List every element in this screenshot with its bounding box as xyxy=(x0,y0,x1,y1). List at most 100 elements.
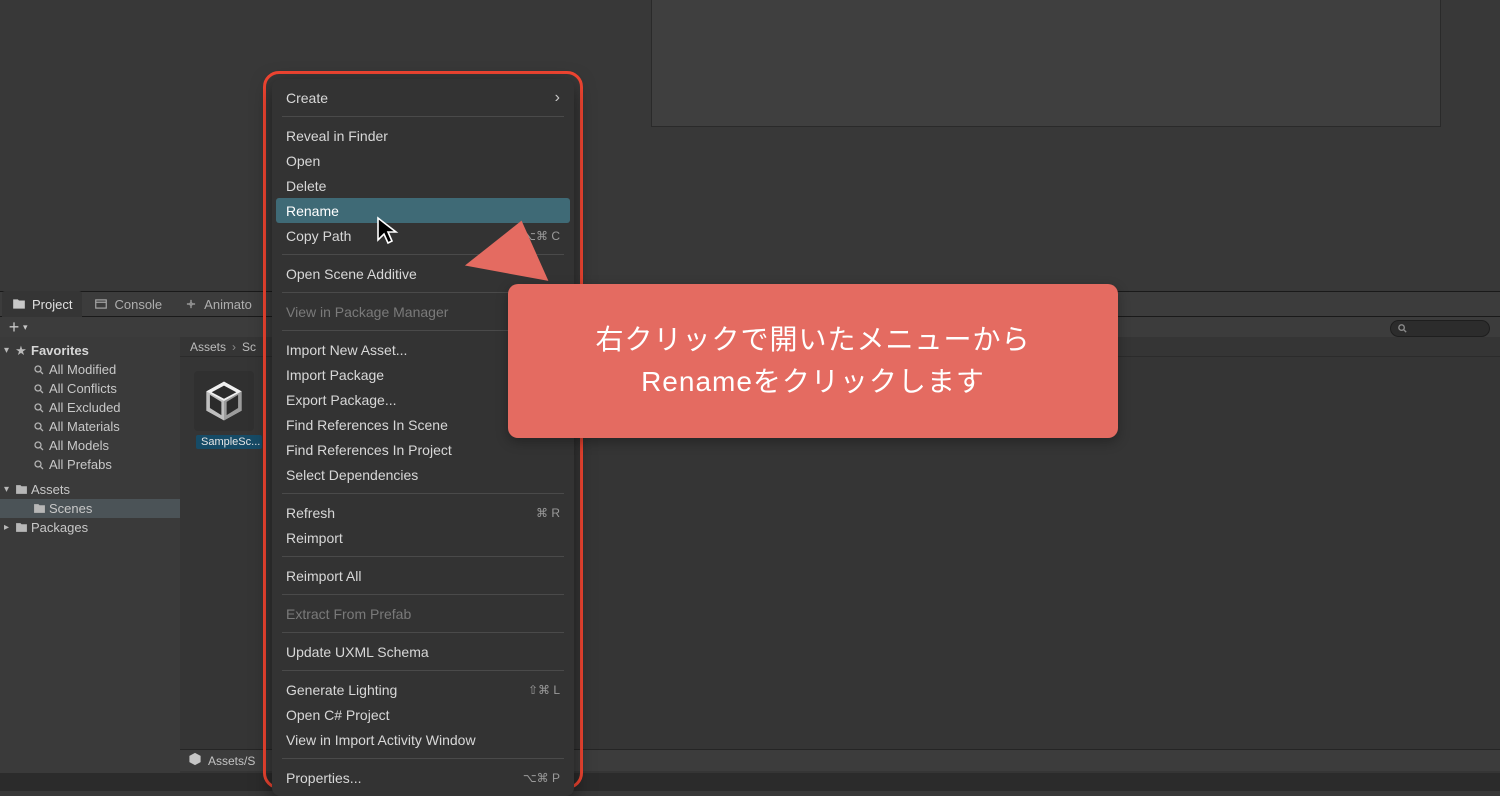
scenes-folder[interactable]: Scenes xyxy=(0,499,180,518)
ctx-select-dependencies[interactable]: Select Dependencies xyxy=(272,462,574,487)
ctx-label: Export Package... xyxy=(286,392,397,408)
ctx-create[interactable]: Create › xyxy=(272,85,574,110)
favorite-all-excluded[interactable]: All Excluded xyxy=(0,398,180,417)
ctx-shortcut: ⇧⌘ L xyxy=(528,683,560,697)
search-input[interactable] xyxy=(1390,320,1490,337)
favorite-all-conflicts[interactable]: All Conflicts xyxy=(0,379,180,398)
favorite-label: All Excluded xyxy=(49,400,121,415)
ctx-extract-prefab: Extract From Prefab xyxy=(272,601,574,626)
ctx-label: Generate Lighting xyxy=(286,682,397,698)
ctx-label: Properties... xyxy=(286,770,361,786)
ctx-label: Rename xyxy=(286,203,339,219)
ctx-label: Open C# Project xyxy=(286,707,390,723)
ctx-open[interactable]: Open xyxy=(272,148,574,173)
ctx-separator xyxy=(282,758,564,759)
favorite-all-models[interactable]: All Models xyxy=(0,436,180,455)
ctx-label: Reimport All xyxy=(286,568,361,584)
ctx-rename[interactable]: Rename xyxy=(276,198,570,223)
search-icon xyxy=(32,402,46,414)
ctx-label: Find References In Scene xyxy=(286,417,448,433)
favorites-label: Favorites xyxy=(31,343,89,358)
breadcrumb-sep: › xyxy=(232,340,236,354)
folder-icon xyxy=(12,297,26,311)
scene-view-area xyxy=(0,0,1500,291)
scene-icon xyxy=(194,371,254,431)
ctx-properties[interactable]: Properties... ⌥⌘ P xyxy=(272,765,574,790)
ctx-find-refs-project[interactable]: Find References In Project xyxy=(272,437,574,462)
ctx-separator xyxy=(282,493,564,494)
ctx-generate-lighting[interactable]: Generate Lighting ⇧⌘ L xyxy=(272,677,574,702)
ctx-separator xyxy=(282,670,564,671)
ctx-label: Copy Path xyxy=(286,228,351,244)
ctx-refresh[interactable]: Refresh ⌘ R xyxy=(272,500,574,525)
favorite-all-modified[interactable]: All Modified xyxy=(0,360,180,379)
ctx-open-csharp-project[interactable]: Open C# Project xyxy=(272,702,574,727)
favorite-label: All Models xyxy=(49,438,109,453)
favorite-all-materials[interactable]: All Materials xyxy=(0,417,180,436)
search-icon xyxy=(32,440,46,452)
add-caret-icon[interactable]: ▾ xyxy=(23,322,28,333)
ctx-import-activity[interactable]: View in Import Activity Window xyxy=(272,727,574,752)
ctx-label: Import Package xyxy=(286,367,384,383)
tab-project[interactable]: Project xyxy=(2,291,82,317)
bottom-bar xyxy=(0,773,1500,791)
folder-icon xyxy=(32,502,46,515)
search-icon xyxy=(32,421,46,433)
ctx-label: View in Package Manager xyxy=(286,304,448,320)
folder-icon xyxy=(14,483,28,496)
callout-line1: 右クリックで開いたメニューから xyxy=(595,319,1030,361)
ctx-label: Open xyxy=(286,153,320,169)
tab-console-label: Console xyxy=(114,297,162,312)
ctx-update-uxml[interactable]: Update UXML Schema xyxy=(272,639,574,664)
breadcrumb-root[interactable]: Assets xyxy=(190,340,226,354)
favorite-all-prefabs[interactable]: All Prefabs xyxy=(0,455,180,474)
annotation-callout: 右クリックで開いたメニューから Renameをクリックします xyxy=(508,284,1118,438)
ctx-label: Open Scene Additive xyxy=(286,266,417,282)
project-tree: ▾ ★ Favorites All Modified All Conflicts… xyxy=(0,337,180,791)
asset-tile-samplescene[interactable]: SampleSc... xyxy=(194,371,264,452)
favorites-header[interactable]: ▾ ★ Favorites xyxy=(0,341,180,360)
ctx-shortcut: ⌘ R xyxy=(536,506,560,520)
ctx-separator xyxy=(282,556,564,557)
ctx-label: Delete xyxy=(286,178,326,194)
tab-animator[interactable]: Animato xyxy=(174,291,262,317)
ctx-label: Extract From Prefab xyxy=(286,606,411,622)
search-icon xyxy=(32,459,46,471)
breadcrumb-next[interactable]: Sc xyxy=(242,340,256,354)
folder-icon xyxy=(14,521,28,534)
packages-label: Packages xyxy=(31,520,88,535)
ctx-label: Reveal in Finder xyxy=(286,128,388,144)
caret-right-icon: ▸ xyxy=(4,522,14,533)
ctx-reimport-all[interactable]: Reimport All xyxy=(272,563,574,588)
favorite-label: All Modified xyxy=(49,362,116,377)
asset-caption: SampleSc... xyxy=(196,435,262,449)
ctx-reimport[interactable]: Reimport xyxy=(272,525,574,550)
caret-down-icon: ▾ xyxy=(4,345,14,356)
favorite-label: All Prefabs xyxy=(49,457,112,472)
console-icon xyxy=(94,297,108,311)
assets-folder[interactable]: ▾ Assets xyxy=(0,480,180,499)
packages-folder[interactable]: ▸ Packages xyxy=(0,518,180,537)
unity-icon-small xyxy=(188,752,202,769)
cursor-icon xyxy=(376,216,400,246)
ctx-reveal-in-finder[interactable]: Reveal in Finder xyxy=(272,123,574,148)
tab-project-label: Project xyxy=(32,297,72,312)
ctx-label: Update UXML Schema xyxy=(286,644,429,660)
search-icon xyxy=(32,383,46,395)
ctx-separator xyxy=(282,594,564,595)
ctx-separator xyxy=(282,632,564,633)
ctx-label: Reimport xyxy=(286,530,343,546)
tab-console[interactable]: Console xyxy=(84,291,172,317)
caret-down-icon: ▾ xyxy=(4,484,14,495)
favorite-label: All Conflicts xyxy=(49,381,117,396)
ctx-label: Select Dependencies xyxy=(286,467,418,483)
ctx-delete[interactable]: Delete xyxy=(272,173,574,198)
animator-icon xyxy=(184,297,198,311)
ctx-label: View in Import Activity Window xyxy=(286,732,476,748)
status-path: Assets/S xyxy=(208,754,255,768)
ctx-label: Import New Asset... xyxy=(286,342,407,358)
ctx-label: Refresh xyxy=(286,505,335,521)
add-button[interactable]: + xyxy=(4,318,24,336)
ctx-shortcut: ⌥⌘ P xyxy=(523,771,560,785)
preview-box xyxy=(651,0,1441,127)
